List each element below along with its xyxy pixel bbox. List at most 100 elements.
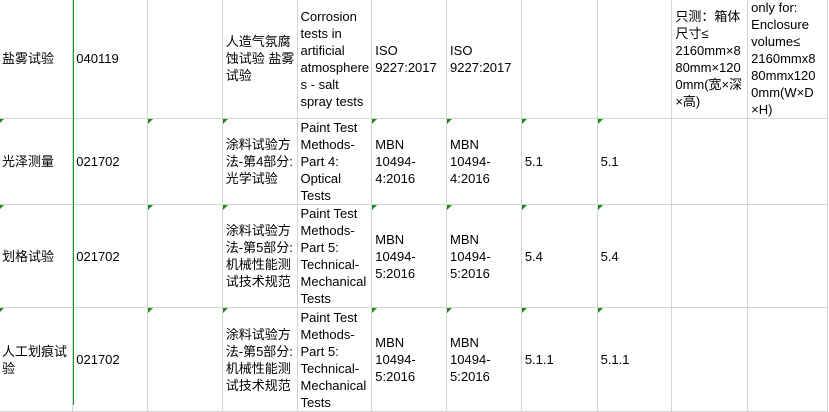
cell-standard-name-cn[interactable]: 涂料试验方 法-第4部分: 光学试验 [221,118,298,205]
error-indicator-icon [598,205,603,210]
cell-limit-en[interactable] [747,307,828,412]
row-crosscut: 划格试验 021702 涂料试验方 法-第5部分: 机械性能测 试技术规范 Paint… [0,204,828,308]
cell-limit-cn[interactable] [671,118,749,205]
cell-text: 5.1 [600,154,619,169]
cell-standard-name-cn[interactable]: 人造气氛腐 蚀试验 盐雾 试验 [221,0,298,119]
cell-item-name[interactable]: 人工划痕试 验 [0,307,74,412]
cell-text: 040119 [76,51,119,66]
cell-standard-name-en[interactable]: Paint Test Methods- Part 5: Technical- M… [296,204,373,308]
cell-text: MBN 10494- 5:2016 [375,335,416,384]
cell-limit-en[interactable] [747,118,828,205]
cell-text: 涂料试验方 法-第4部分: 光学试验 [225,137,293,186]
error-indicator-icon [372,205,378,210]
cell-clause-2[interactable]: 5.1.1 [596,307,673,412]
cell-standard-name-en[interactable]: Paint Test Methods- Part 4: Optical Test… [296,118,373,205]
cell-standard-code-2[interactable]: MBN 10494- 5:2016 [446,307,522,412]
cell-blank[interactable] [147,204,223,308]
cell-item-name[interactable]: 划格试验 [0,204,74,308]
cell-item-code[interactable]: 021702 [72,118,149,205]
cell-clause[interactable]: 5.4 [520,204,598,308]
cell-text: 5.1 [524,154,543,169]
error-indicator-icon [0,119,4,124]
cell-standard-name-en[interactable]: Paint Test Methods- Part 5: Technical- M… [296,307,373,412]
cell-standard-code[interactable]: MBN 10494- 4:2016 [371,118,448,205]
cell-item-name[interactable]: 光泽测量 [0,118,74,205]
error-indicator-icon [372,119,378,124]
cell-clause-2[interactable]: 5.1 [596,118,673,205]
cell-clause[interactable]: 5.1 [520,118,598,205]
cell-clause-2[interactable]: 5.4 [596,204,673,308]
cell-blank[interactable] [147,307,223,412]
cell-text: 5.4 [524,248,543,264]
cell-text: MBN 10494- 5:2016 [450,231,491,281]
cell-limit-en[interactable] [747,204,828,308]
cell-standard-code[interactable]: ISO 9227:2017 [371,0,448,119]
row-scratch: 人工划痕试 验 021702 涂料试验方 法-第5部分: 机械性能测 试技术规范 Pa… [0,307,828,412]
cell-text: 盐雾试验 [2,51,55,66]
cell-text: 021702 [76,154,120,169]
cell-standard-name-cn[interactable]: 涂料试验方 法-第5部分: 机械性能测 试技术规范 [221,307,298,412]
cell-blank[interactable] [147,0,223,119]
error-indicator-icon [223,205,228,210]
cell-limit-cn[interactable] [671,307,749,412]
cell-standard-name-en[interactable]: Corrosion tests in artificial atmosphere… [296,0,373,119]
cell-text: ISO 9227:2017 [375,42,437,75]
error-indicator-icon [223,308,228,313]
cell-text: ISO 9227:2017 [450,42,512,75]
cell-clause[interactable]: 5.1.1 [520,307,598,412]
cell-text: 光泽测量 [2,154,55,169]
error-indicator-icon [522,308,527,313]
cell-clause[interactable] [520,0,598,119]
cell-text: 划格试验 [2,248,55,264]
spreadsheet-grid: 盐雾试验 040119 人造气氛腐 蚀试验 盐雾 试验 Corrosion tests… [0,0,828,412]
cell-text: 5.1.1 [600,352,630,367]
selection-border-line [73,0,74,405]
cell-limit-cn[interactable] [671,204,749,308]
error-indicator-icon [447,308,453,313]
cell-standard-code[interactable]: MBN 10494- 5:2016 [371,204,448,308]
cell-standard-code-2[interactable]: MBN 10494- 4:2016 [446,118,522,205]
cell-text: MBN 10494- 4:2016 [450,137,491,186]
cell-text: 涂料试验方 法-第5部分: 机械性能测 试技术规范 [225,223,293,289]
cell-text: 人造气氛腐 蚀试验 盐雾 试验 [225,34,295,83]
error-indicator-icon [598,119,603,124]
cell-text: Corrosion tests in artificial atmosphere… [300,8,370,109]
row-gloss: 光泽测量 021702 涂料试验方 法-第4部分: 光学试验 Paint Test M… [0,118,828,205]
row-salt-spray: 盐雾试验 040119 人造气氛腐 蚀试验 盐雾 试验 Corrosion tests… [0,0,828,119]
cell-item-name[interactable]: 盐雾试验 [0,0,74,119]
error-indicator-icon [598,308,603,313]
cell-standard-code-2[interactable]: MBN 10494- 5:2016 [446,204,522,308]
error-indicator-icon [0,308,4,313]
cell-item-code[interactable]: 040119 [72,0,149,119]
cell-blank[interactable] [147,118,223,205]
cell-text: Paint Test Methods- Part 5: Technical- M… [300,206,367,306]
cell-text: 人工划痕试 验 [2,343,68,376]
cell-text: 5.4 [600,248,619,264]
error-indicator-icon [522,119,527,124]
error-indicator-icon [0,205,4,210]
error-indicator-icon [148,308,154,313]
error-indicator-icon [223,119,228,124]
cell-standard-code-2[interactable]: ISO 9227:2017 [446,0,522,119]
error-indicator-icon [447,205,453,210]
cell-text: Paint Test Methods- Part 5: Technical- M… [300,309,367,410]
cell-item-code[interactable]: 021702 [72,204,149,308]
cell-text: 021702 [76,352,120,367]
cell-limit-en[interactable]: only for: Enclosure volume≤ 2160mmx8 80m… [747,0,828,119]
cell-text: 涂料试验方 法-第5部分: 机械性能测 试技术规范 [225,326,293,393]
cell-text: MBN 10494- 5:2016 [450,335,491,384]
cell-text: MBN 10494- 4:2016 [375,137,416,186]
cell-text: MBN 10494- 5:2016 [375,231,416,281]
cell-item-code[interactable]: 021702 [72,307,149,412]
error-indicator-icon [447,119,453,124]
cell-standard-name-cn[interactable]: 涂料试验方 法-第5部分: 机械性能测 试技术规范 [221,204,298,308]
error-indicator-icon [372,308,378,313]
cell-standard-code[interactable]: MBN 10494- 5:2016 [371,307,448,412]
cell-limit-cn[interactable]: 只测：箱体 尺寸≤ 2160mm×8 80mm×120 0mm(宽×深 ×高) [671,0,749,119]
error-indicator-icon [148,205,154,210]
cell-clause-2[interactable] [596,0,673,119]
cell-text: 021702 [76,248,120,264]
cell-text: only for: Enclosure volume≤ 2160mmx8 80m… [751,0,816,117]
error-indicator-icon [522,205,527,210]
error-indicator-icon [148,119,154,124]
